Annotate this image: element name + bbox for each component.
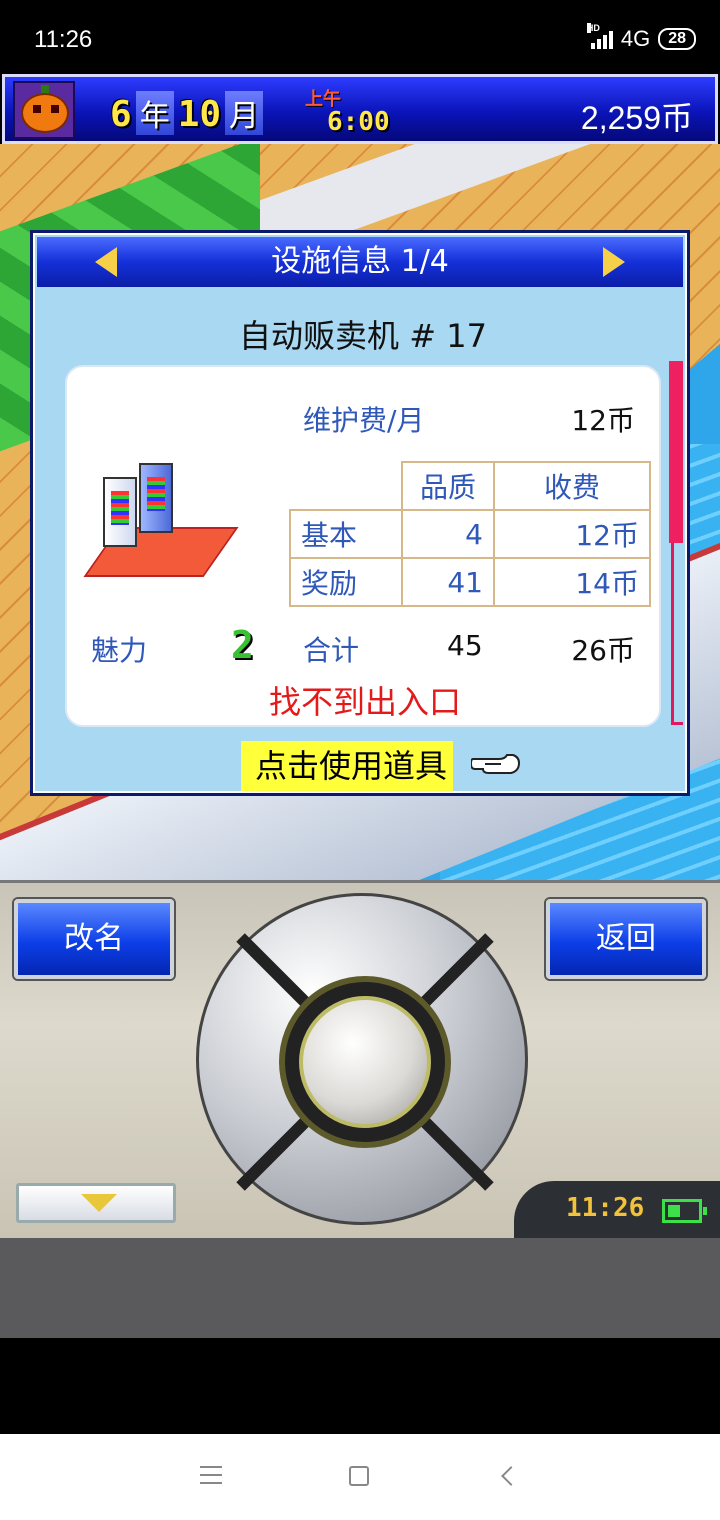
next-arrow-icon[interactable] [603,247,625,277]
battery-level-icon [662,1199,707,1223]
row-label: 基本 [289,509,403,559]
signal-icon: HD [586,23,613,49]
row-label: 奖励 [289,557,403,607]
home-icon[interactable] [349,1466,369,1486]
quality-cell: 41 [401,557,495,607]
charm-value: 2 [231,623,254,667]
maintenance-label: 维护费/月 [303,404,425,437]
network-type: 4G [620,26,651,51]
back-icon[interactable] [501,1466,521,1486]
money-display: 2,259币 [580,100,693,136]
dialog-title-bar: 设施信息 1/4 [37,237,683,287]
menu-icon[interactable] [200,1466,222,1486]
prev-arrow-icon[interactable] [95,247,117,277]
month-unit: 月 [225,91,264,135]
gray-area [0,1238,720,1338]
dpad-control[interactable] [196,893,528,1225]
status-time: 11:26 [34,26,93,53]
status-icons: HD 4G 28 [586,23,696,52]
fee-cell: 14币 [493,557,651,607]
pumpkin-icon[interactable] [13,81,75,139]
dialog-title: 设施信息 1/4 [271,244,449,279]
total-fee: 26币 [571,634,635,667]
year-unit: 年 [135,91,174,135]
fee-cell: 12币 [493,509,651,559]
stats-table: 品质 收费 基本 4 12币 奖励 41 14币 [289,461,651,607]
scrollbar-thumb[interactable] [669,361,683,543]
pointing-hand-icon [471,754,521,774]
device-clock-time: 11:26 [566,1193,645,1223]
use-item-button[interactable]: 点击使用道具 [241,741,454,791]
table-row: 基本 4 12币 [289,509,651,559]
chevron-down-icon [81,1194,117,1212]
month-number: 10 [177,94,222,135]
charm-label: 魅力 [91,634,148,667]
status-bar: 11:26 HD 4G 28 [0,0,720,76]
total-quality: 45 [447,629,483,662]
column-header-quality: 品质 [401,461,495,511]
quality-cell: 4 [401,509,495,559]
warning-message: 找不到出入口 [268,683,461,721]
game-clock: 6:00 [327,107,390,137]
black-area [0,1338,720,1434]
game-hud: 6 年 10 月 上午 6:00 2,259币 [2,74,718,144]
facility-info-dialog: 设施信息 1/4 自动贩卖机 # 17 维护费/月 12币 品质 收费 基本 4… [30,230,690,796]
rename-button[interactable]: 改名 [14,899,174,979]
system-nav-bar [0,1434,720,1520]
table-row: 奖励 41 14币 [289,557,651,607]
game-date: 6 年 10 月 [110,91,264,135]
expand-down-button[interactable] [16,1183,176,1223]
back-button[interactable]: 返回 [546,899,706,979]
dpad-center-button[interactable] [299,996,431,1128]
vending-machine-icon [83,457,241,597]
battery-icon: 28 [658,28,696,50]
column-header-fee: 收费 [493,461,651,511]
control-panel: 改名 返回 11:26 [0,880,720,1239]
total-label: 合计 [303,634,360,667]
facility-name: 自动贩卖机 # 17 [239,317,487,355]
facility-details-panel: 维护费/月 12币 品质 收费 基本 4 12币 奖励 41 14币 魅力 2 … [65,365,661,727]
maintenance-value: 12币 [571,404,635,437]
device-clock: 11:26 [514,1181,720,1239]
year-number: 6 [110,94,132,135]
